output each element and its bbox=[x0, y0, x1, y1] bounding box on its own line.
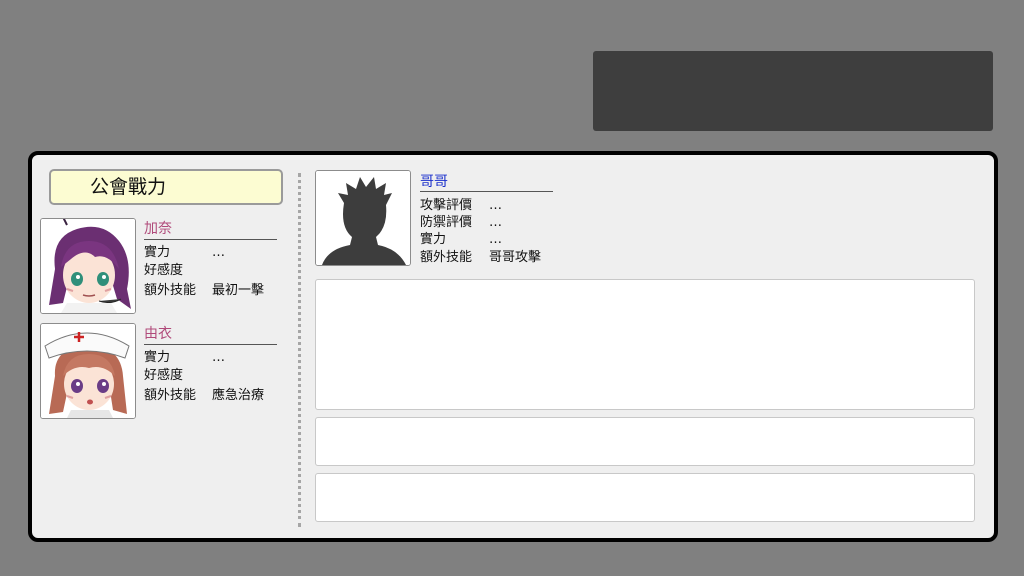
guild-title-plate: 公會戰力 bbox=[49, 169, 283, 205]
player-name-underline bbox=[420, 191, 553, 192]
stat-value: … bbox=[489, 198, 502, 213]
silhouette-icon bbox=[316, 171, 410, 265]
dotted-divider bbox=[298, 173, 301, 527]
member-stat-row: 實力 … bbox=[144, 350, 225, 366]
stat-label: 額外技能 bbox=[144, 283, 197, 298]
stat-label: 額外技能 bbox=[144, 388, 197, 403]
member-card-yui[interactable]: 由衣 實力 … 好感度 額外技能 應急治療 bbox=[40, 323, 285, 419]
stat-label: 好感度 bbox=[144, 368, 184, 383]
stat-value: 最初一擊 bbox=[212, 283, 265, 298]
stat-value: … bbox=[489, 232, 502, 247]
detail-box-bottom bbox=[315, 473, 975, 522]
member-card-kana[interactable]: 加奈 實力 … 好感度 額外技能 最初一擊 bbox=[40, 218, 285, 314]
member-portrait-kana bbox=[40, 218, 136, 314]
member-name-underline bbox=[144, 239, 277, 240]
stat-label: 額外技能 bbox=[420, 250, 473, 265]
member-stat-row: 額外技能 最初一擊 bbox=[144, 283, 264, 299]
stat-label: 實力 bbox=[144, 350, 171, 365]
kana-portrait-icon bbox=[41, 219, 135, 313]
guild-title: 公會戰力 bbox=[90, 176, 167, 198]
player-stat-row: 防禦評價 … bbox=[420, 215, 502, 231]
player-stat-row: 實力 … bbox=[420, 232, 502, 248]
stat-label: 實力 bbox=[144, 245, 171, 260]
stat-label: 好感度 bbox=[144, 263, 184, 278]
yui-portrait-icon bbox=[41, 324, 135, 418]
member-name: 加奈 bbox=[144, 221, 172, 237]
stat-label: 實力 bbox=[420, 232, 447, 247]
stat-label: 攻擊評價 bbox=[420, 198, 473, 213]
player-portrait bbox=[315, 170, 411, 266]
member-stat-row: 額外技能 應急治療 bbox=[144, 388, 264, 404]
member-stat-row: 好感度 bbox=[144, 263, 183, 279]
stat-value: 應急治療 bbox=[212, 388, 265, 403]
guild-panel: 公會戰力 加奈 實力 … 好感度 額外技能 最初一擊 由衣 實力 … 好感度 額… bbox=[28, 151, 998, 542]
stat-value: 哥哥攻擊 bbox=[489, 250, 542, 265]
player-stat-row: 額外技能 哥哥攻擊 bbox=[420, 250, 541, 266]
member-portrait-yui bbox=[40, 323, 136, 419]
member-stat-row: 好感度 bbox=[144, 368, 183, 384]
player-name: 哥哥 bbox=[420, 174, 448, 190]
member-name-underline bbox=[144, 344, 277, 345]
stat-value: … bbox=[212, 350, 225, 365]
stat-label: 防禦評價 bbox=[420, 215, 473, 230]
detail-box-large bbox=[315, 279, 975, 410]
member-stat-row: 實力 … bbox=[144, 245, 225, 261]
top-info-box bbox=[593, 51, 993, 131]
stat-value: … bbox=[489, 215, 502, 230]
detail-box-middle bbox=[315, 417, 975, 466]
player-stat-row: 攻擊評價 … bbox=[420, 198, 502, 214]
member-name: 由衣 bbox=[144, 326, 172, 342]
stat-value: … bbox=[212, 245, 225, 260]
